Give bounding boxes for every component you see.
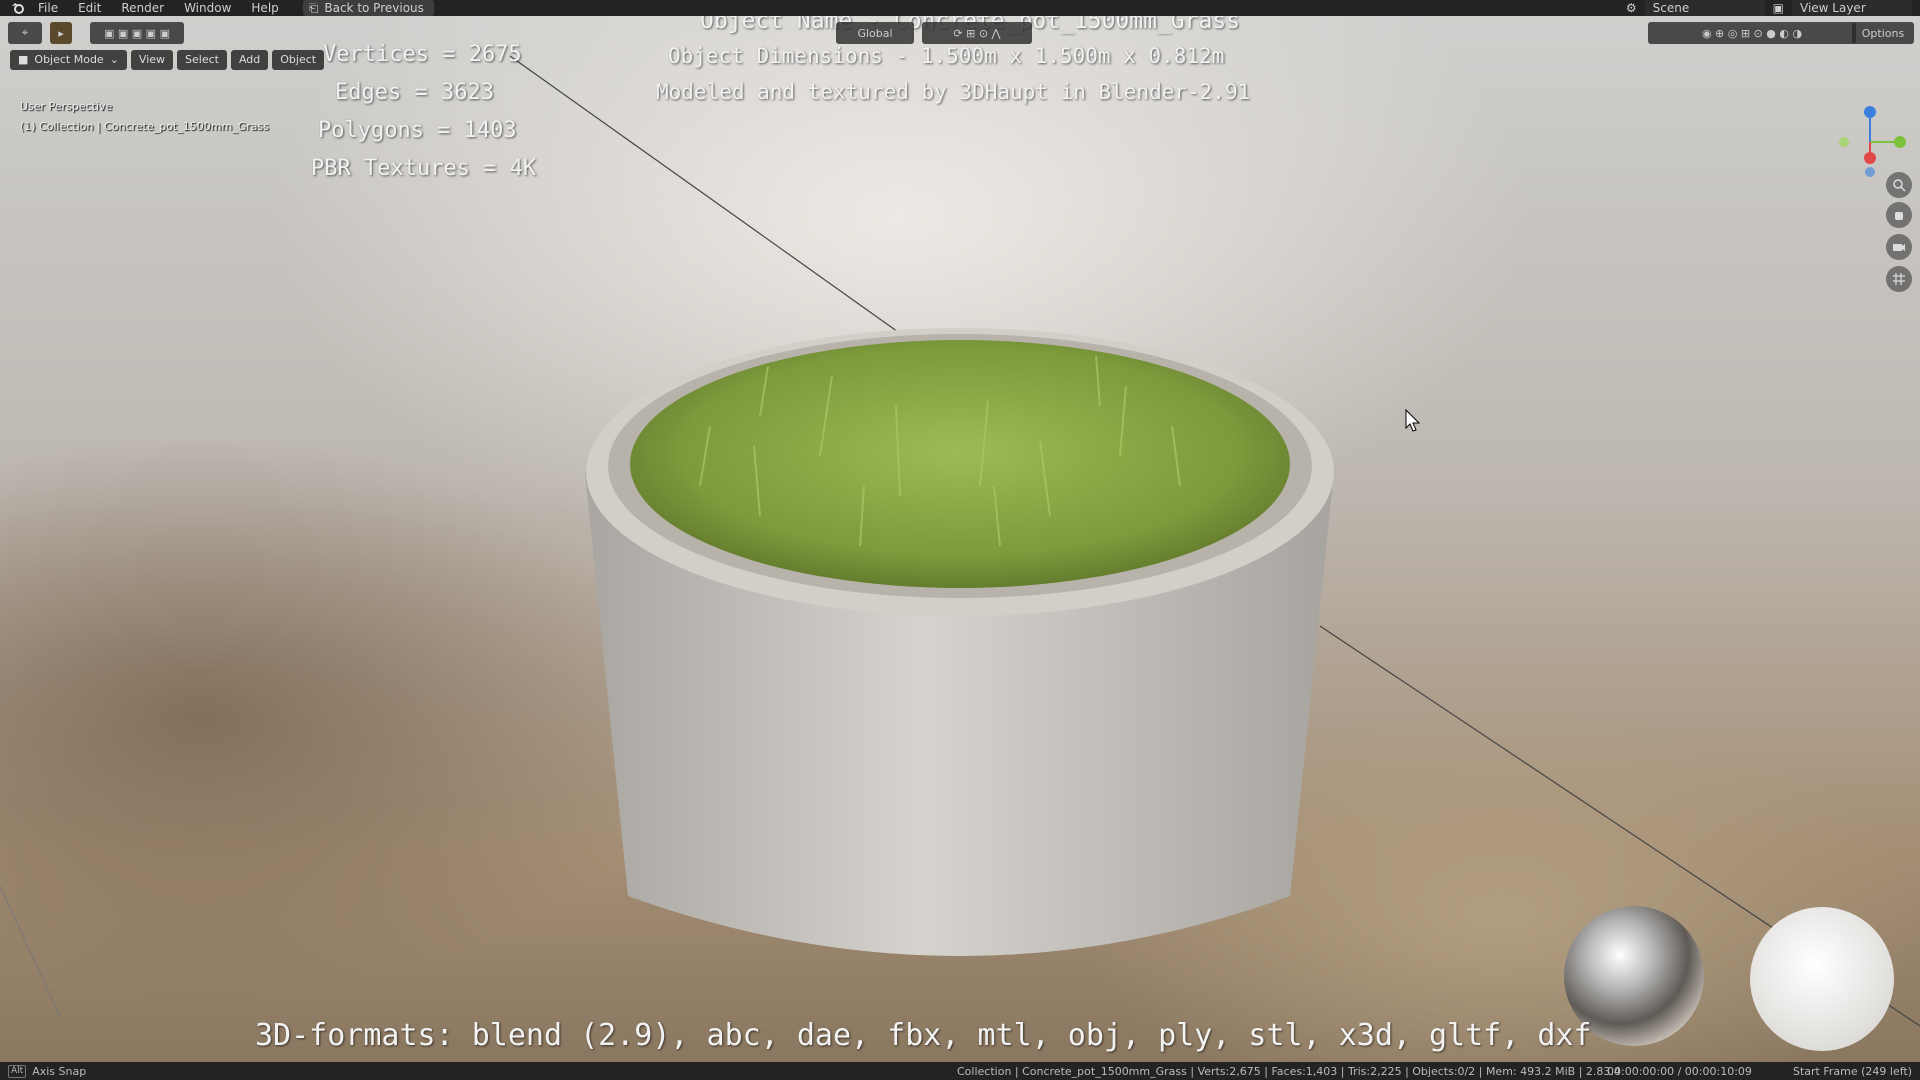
select-menu[interactable]: Select bbox=[177, 50, 227, 70]
status-hint: Alt Axis Snap bbox=[8, 1064, 87, 1078]
dimensions-text: Object Dimensions - 1.500m x 1.500m x 0.… bbox=[668, 44, 1225, 68]
scene-icon[interactable]: ⚙ bbox=[1626, 1, 1637, 15]
viewport-menu-bar: ■ Object Mode ⌄ View Select Add Object bbox=[10, 50, 325, 70]
options-label: Options bbox=[1861, 26, 1905, 40]
menu-window[interactable]: Window bbox=[174, 0, 241, 16]
scene-statistics: Collection | Concrete_pot_1500mm_Grass |… bbox=[957, 1064, 1621, 1078]
polygons-text: Polygons = 1403 bbox=[318, 118, 517, 143]
orientation-label: Global bbox=[857, 26, 893, 40]
menu-render[interactable]: Render bbox=[111, 0, 174, 16]
back-label: Back to Previous bbox=[324, 1, 424, 15]
tool-header: ⌖ ▸ ▣ ▣ ▣ ▣ ▣ Global ⟳ ⊞ ⊙ ⋀ ◉ ⊕ ◎ ⊞ ⊙ ●… bbox=[0, 22, 1920, 46]
viewport-shading-controls[interactable]: ◉ ⊕ ◎ ⊞ ⊙ ● ◐ ◑ bbox=[1648, 22, 1856, 44]
alt-key-icon: Alt bbox=[8, 1064, 27, 1078]
grass bbox=[630, 340, 1290, 588]
grid-line bbox=[509, 55, 961, 377]
snap-proportional-tools[interactable]: ⟳ ⊞ ⊙ ⋀ bbox=[922, 22, 1032, 44]
status-bar: Alt Axis Snap Collection | Concrete_pot_… bbox=[0, 1062, 1920, 1080]
zoom-icon[interactable] bbox=[1886, 172, 1912, 198]
select-tool-icon[interactable]: ▸ bbox=[50, 22, 72, 44]
neg-y-axis-icon bbox=[1839, 137, 1849, 147]
scene-render bbox=[0, 55, 1920, 1051]
menu-file[interactable]: File bbox=[28, 0, 68, 16]
select-mode-buttons[interactable]: ▣ ▣ ▣ ▣ ▣ bbox=[90, 22, 184, 44]
scene-field[interactable]: Scene bbox=[1644, 0, 1765, 16]
z-axis-icon bbox=[1864, 106, 1876, 118]
y-axis-icon bbox=[1894, 136, 1906, 148]
orientation-dropdown[interactable]: Global bbox=[836, 22, 914, 44]
pan-hand-icon[interactable] bbox=[1886, 202, 1912, 228]
playback-time: 00:00:00:00 / 00:00:10:09 bbox=[1607, 1064, 1752, 1078]
3d-viewport[interactable]: User Perspective (1) Collection | Concre… bbox=[0, 16, 1920, 1062]
active-collection-label: (1) Collection | Concrete_pot_1500mm_Gra… bbox=[20, 120, 269, 133]
perspective-label: User Perspective bbox=[20, 100, 113, 113]
navigation-gizmo[interactable] bbox=[1822, 102, 1912, 182]
textures-text: PBR Textures = 4K bbox=[311, 156, 537, 181]
menu-edit[interactable]: Edit bbox=[68, 0, 111, 16]
camera-icon[interactable] bbox=[1886, 234, 1912, 260]
back-to-previous-button[interactable]: ⎗ Back to Previous bbox=[302, 0, 434, 16]
options-dropdown[interactable]: Options bbox=[1852, 22, 1914, 44]
object-menu[interactable]: Object bbox=[272, 50, 325, 70]
x-axis-icon bbox=[1864, 152, 1876, 164]
axis-snap-label: Axis Snap bbox=[32, 1064, 87, 1078]
formats-text: 3D-formats: blend (2.9), abc, dae, fbx, … bbox=[255, 1018, 1592, 1053]
add-menu[interactable]: Add bbox=[230, 50, 269, 70]
credit-text: Modeled and textured by 3DHaupt in Blend… bbox=[656, 80, 1251, 104]
object-mode-label: Object Mode bbox=[34, 53, 104, 66]
start-frame-info: Start Frame (249 left) bbox=[1792, 1064, 1912, 1078]
view-layer-icon[interactable]: ▣ bbox=[1773, 1, 1784, 15]
menu-help[interactable]: Help bbox=[241, 0, 288, 16]
grid-toggle-icon[interactable] bbox=[1886, 266, 1912, 292]
editor-type-icon[interactable]: ⌖ bbox=[8, 22, 42, 44]
neg-z-axis-icon bbox=[1865, 167, 1875, 177]
object-mode-dropdown[interactable]: ■ Object Mode ⌄ bbox=[10, 50, 127, 70]
blender-logo-icon[interactable] bbox=[8, 0, 28, 16]
white-matcap-sphere bbox=[1750, 907, 1894, 1051]
scene-layer-selectors: ⚙ Scene ▣ View Layer bbox=[1626, 0, 1920, 16]
object-mode-icon: ■ bbox=[18, 53, 29, 66]
chevron-down-icon: ⌄ bbox=[109, 53, 119, 66]
grid-line bbox=[0, 885, 61, 1017]
view-menu[interactable]: View bbox=[130, 50, 174, 70]
back-icon: ⎗ bbox=[308, 1, 319, 15]
mouse-cursor-icon bbox=[1405, 408, 1421, 432]
top-menu-bar: File Edit Render Window Help ⎗ Back to P… bbox=[0, 0, 1920, 16]
edges-text: Edges = 3623 bbox=[335, 80, 494, 105]
view-layer-field[interactable]: View Layer bbox=[1792, 0, 1912, 16]
